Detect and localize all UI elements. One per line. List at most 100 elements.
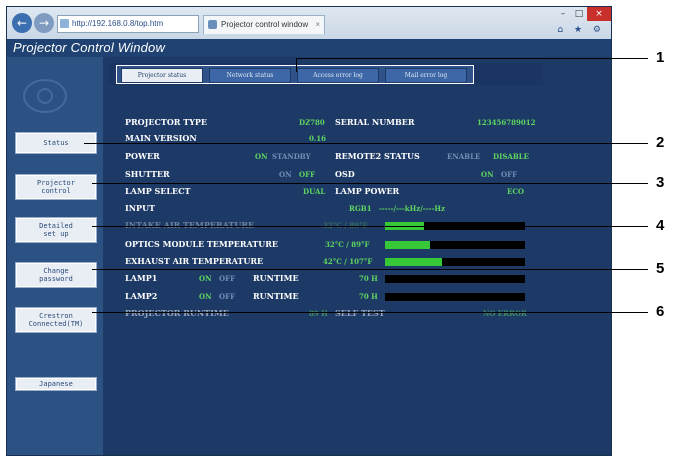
projector-control-button[interactable]: Projector control [15,174,97,200]
window-controls: – □ × [555,7,611,21]
intake-air-temp-label: INTAKE AIR TEMPERATURE [125,220,255,230]
tab-access-error-log[interactable]: Access error log [297,68,379,83]
lamp-power-value: ECO [507,187,525,196]
optics-module-temp-label: OPTICS MODULE TEMPERATURE [125,239,278,249]
optics-module-temp-value: 32°C / 89°F [325,240,370,249]
osd-on-indicator: ON [481,170,494,179]
crestron-connected-button[interactable]: Crestron Connected(TM) [15,307,97,333]
tab-mail-error-log[interactable]: Mail error log [385,68,467,83]
lamp1-runtime-label: RUNTIME [253,273,299,283]
sidebar: Status Projector control Detailed set up… [7,57,103,455]
lamp-select-label: LAMP SELECT [125,186,191,196]
lamp1-off-indicator: OFF [219,274,236,283]
change-password-label: Change password [39,267,73,283]
osd-label: OSD [335,169,355,179]
projector-type-value: DZ780 [299,118,325,127]
callout-line-4 [92,226,648,227]
close-window-button[interactable]: × [587,7,611,21]
page-title: Projector Control Window [13,40,166,55]
callout-line-5 [92,269,648,270]
exhaust-air-temp-label: EXHAUST AIR TEMPERATURE [125,256,264,266]
projector-control-label: Projector control [37,179,75,195]
exhaust-air-temp-fill [385,258,443,266]
projector-runtime-value: 89 H [309,309,328,318]
home-star-gear-icons[interactable]: ⌂ ★ ⚙ [557,25,605,35]
shutter-off-indicator: OFF [299,170,316,179]
callout-line-1-vertical [296,58,297,72]
lamp2-runtime-value: 70 H [359,292,378,301]
browser-toolbar: ← → http://192.168.0.8/top.htm ⌕ ▾ ≣ ↻ P… [7,7,611,39]
page-icon [60,19,69,28]
callout-line-6 [92,312,648,313]
lamp2-runtime-bar [385,293,525,301]
lamp1-runtime-value: 70 H [359,274,378,283]
callout-3: 3 [656,174,665,191]
serial-number-label: SERIAL NUMBER [335,117,415,127]
tab-favicon-icon [208,20,217,29]
address-text: http://192.168.0.8/top.htm [72,19,164,28]
crestron-connected-label: Crestron Connected(TM) [28,312,84,328]
tab-close-icon[interactable]: × [315,16,320,34]
detailed-setup-button[interactable]: Detailed set up [15,217,97,243]
osd-off-indicator: OFF [501,170,518,179]
minimize-button[interactable]: – [555,7,571,21]
callout-2: 2 [656,134,665,151]
forward-button[interactable]: → [34,13,54,33]
main-version-label: MAIN VERSION [125,133,197,143]
remote2-status-label: REMOTE2 STATUS [335,151,420,161]
browser-tab[interactable]: Projector control window × [203,15,325,34]
japanese-button[interactable]: Japanese [15,377,97,391]
tab-network-status[interactable]: Network status [209,68,291,83]
shutter-on-indicator: ON [279,170,292,179]
back-button[interactable]: ← [12,13,32,33]
projector-runtime-label: PROJECTOR RUNTIME [125,308,229,318]
remote2-disable-indicator: DISABLE [493,152,530,161]
page-header: Projector Control Window [7,39,611,57]
japanese-button-label: Japanese [39,380,73,388]
input-signal-value: -----/---kHz/----Hz [379,204,446,213]
input-value: RGB1 [349,204,372,213]
input-label: INPUT [125,203,155,213]
callout-1: 1 [656,49,665,66]
optics-module-temp-bar [385,241,525,249]
exhaust-air-temp-value: 42°C / 107°F [323,257,373,266]
lamp2-runtime-label: RUNTIME [253,291,299,301]
lamp2-on-indicator: ON [199,292,212,301]
detailed-setup-label: Detailed set up [39,222,73,238]
main-content: Projector status Network status Access e… [103,57,611,455]
lamp-power-label: LAMP POWER [335,186,400,196]
optics-module-temp-fill [385,241,430,249]
callout-4: 4 [656,217,665,234]
shutter-label: SHUTTER [125,169,170,179]
lamp1-on-indicator: ON [199,274,212,283]
serial-number-value: 123456789012 [477,118,536,127]
lamp1-label: LAMP1 [125,273,158,283]
maximize-button[interactable]: □ [571,7,587,21]
power-label: POWER [125,151,160,161]
self-test-value: NO ERROR [483,309,527,318]
projector-type-label: PROJECTOR TYPE [125,117,208,127]
callout-6: 6 [656,303,665,320]
lamp2-off-indicator: OFF [219,292,236,301]
lamp-select-value: DUAL [303,187,326,196]
tab-projector-status[interactable]: Projector status [121,68,203,83]
callout-5: 5 [656,260,665,277]
remote2-enable-indicator: ENABLE [447,152,481,161]
logo-icon [23,79,67,113]
tab-title: Projector control window [221,20,309,29]
power-on-indicator: ON [255,152,268,161]
power-standby-indicator: STANDBY [272,152,311,161]
status-button-label: Status [43,139,69,147]
callout-line-2 [84,143,648,144]
change-password-button[interactable]: Change password [15,262,97,288]
callout-line-3 [92,183,648,184]
exhaust-air-temp-bar [385,258,525,266]
self-test-label: SELF TEST [335,308,385,318]
tab-bar: Projector status Network status Access e… [109,63,543,85]
callout-line-1 [296,58,648,59]
lamp1-runtime-bar [385,275,525,283]
lamp2-label: LAMP2 [125,291,158,301]
browser-window: ← → http://192.168.0.8/top.htm ⌕ ▾ ≣ ↻ P… [6,6,612,456]
tab-group: Projector status Network status Access e… [116,65,474,84]
address-bar[interactable]: http://192.168.0.8/top.htm ⌕ ▾ ≣ ↻ [57,15,199,33]
